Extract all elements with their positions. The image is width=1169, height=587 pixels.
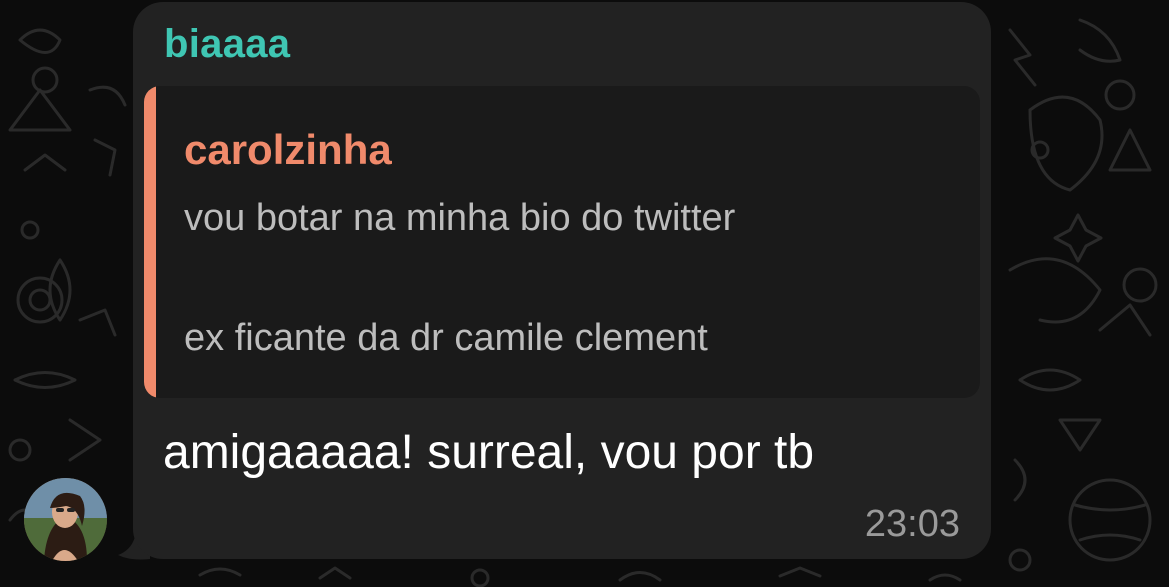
quoted-text-line: ex ficante da dr camile clement <box>184 317 708 359</box>
quote-accent-bar <box>144 86 156 398</box>
quoted-message[interactable]: carolzinha vou botar na minha bio do twi… <box>144 86 980 398</box>
message-timestamp: 23:03 <box>864 503 960 545</box>
quoted-text-line: vou botar na minha bio do twitter <box>184 197 736 239</box>
contact-photo-icon <box>24 478 107 561</box>
message-bubble[interactable]: biaaaa carolzinha vou botar na minha bio… <box>133 2 991 559</box>
quoted-author: carolzinha <box>184 126 392 173</box>
chat-background: biaaaa carolzinha vou botar na minha bio… <box>0 0 1169 587</box>
sender-name[interactable]: biaaaa <box>164 22 290 67</box>
message-text: amigaaaaa! surreal, vou por tb <box>163 426 815 479</box>
contact-avatar[interactable] <box>24 478 107 561</box>
